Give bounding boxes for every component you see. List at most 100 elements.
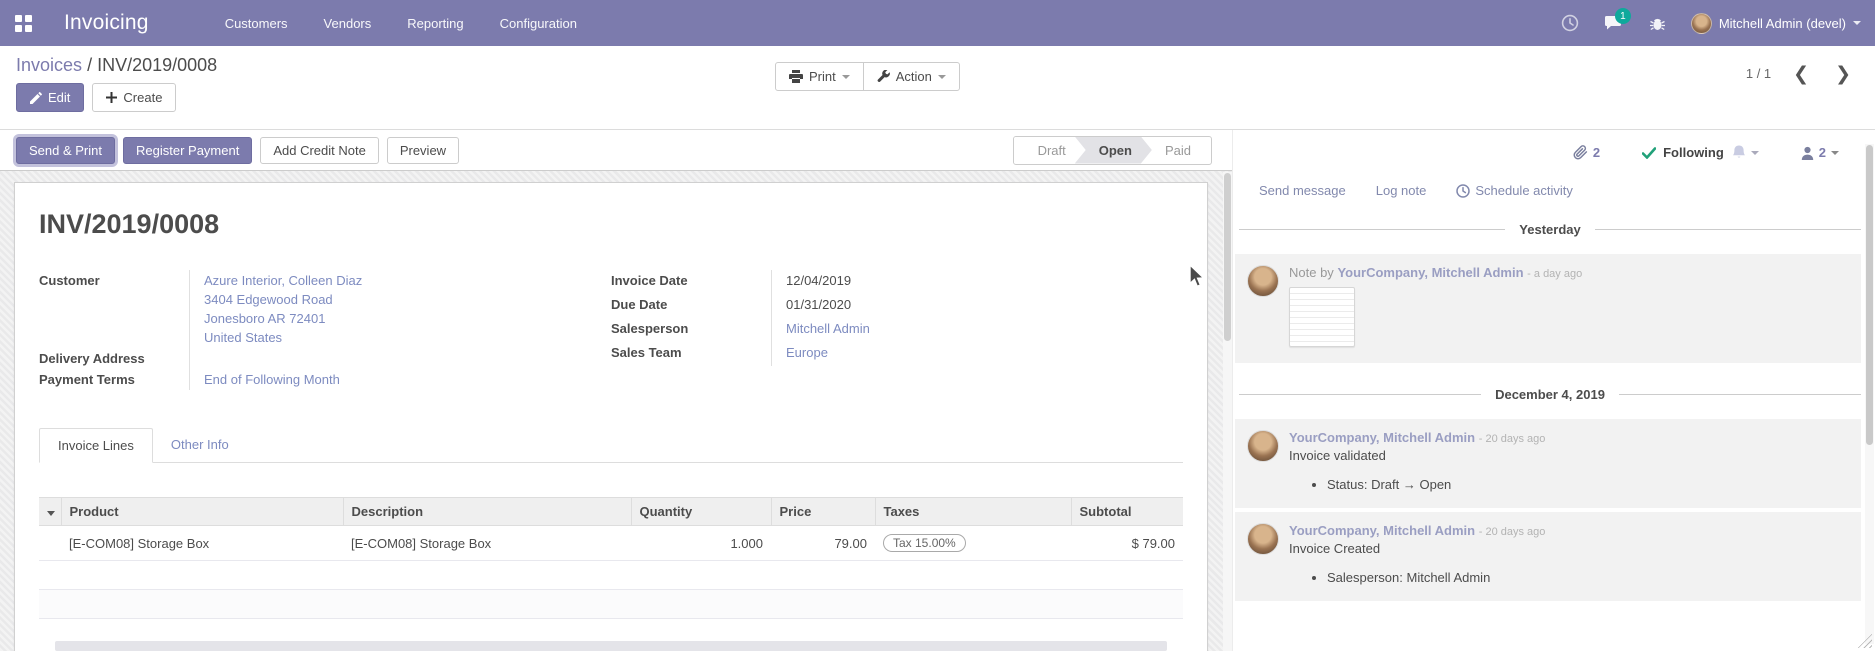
bell-icon [1732,145,1746,160]
due-date-value: 01/31/2020 [771,294,1183,318]
invoice-form: Send & Print Register Payment Add Credit… [0,130,1232,651]
status-widget: Draft Open Paid [1013,136,1212,165]
avatar[interactable] [1247,265,1279,297]
payment-terms-label: Payment Terms [39,369,189,390]
delivery-address-value[interactable] [189,348,611,369]
attachment-thumbnail[interactable] [1289,287,1355,347]
menu-vendors[interactable]: Vendors [310,10,386,37]
person-icon [1801,146,1814,160]
register-payment-button[interactable]: Register Payment [123,137,252,164]
message-author[interactable]: YourCompany, Mitchell Admin [1289,523,1475,538]
cell-quantity[interactable]: 1.000 [631,526,771,561]
invoice-lines-table: Product Description Quantity Price Taxes… [39,497,1183,561]
activities-clock-icon[interactable] [1553,8,1587,38]
debug-bug-icon[interactable] [1641,8,1675,38]
following-button[interactable]: Following [1642,145,1724,160]
user-menu[interactable]: Mitchell Admin (devel) [1691,13,1861,34]
tax-badge: Tax 15.00% [883,534,966,552]
messages-icon[interactable]: 1 [1597,8,1631,38]
print-dropdown-button[interactable]: Print [775,62,864,91]
following-label: Following [1663,145,1724,160]
menu-customers[interactable]: Customers [211,10,302,37]
tracking-item: Salesperson: Mitchell Admin [1327,570,1847,585]
message-author[interactable]: YourCompany, Mitchell Admin [1337,265,1523,280]
breadcrumb-invoices-link[interactable]: Invoices [16,55,82,75]
state-open[interactable]: Open [1075,137,1152,164]
edit-button[interactable]: Edit [16,83,84,112]
cell-description[interactable]: [E-COM08] Storage Box [343,526,631,561]
menu-configuration[interactable]: Configuration [486,10,591,37]
message-body: Invoice validated [1289,448,1847,463]
action-dropdown-button[interactable]: Action [863,62,960,91]
col-product[interactable]: Product [61,498,343,526]
payment-terms-link[interactable]: End of Following Month [204,372,340,387]
col-description[interactable]: Description [343,498,631,526]
send-print-button[interactable]: Send & Print [16,137,115,164]
preview-button[interactable]: Preview [387,137,459,164]
subscribe-bell-button[interactable] [1732,145,1759,160]
sales-team-link[interactable]: Europe [786,345,828,360]
table-row[interactable]: [E-COM08] Storage Box [E-COM08] Storage … [39,526,1183,561]
message-body: Invoice Created [1289,541,1847,556]
cell-subtotal: $ 79.00 [1071,526,1183,561]
col-price[interactable]: Price [771,498,875,526]
invoice-sheet: INV/2019/0008 Customer Azure Interior, C… [14,182,1208,651]
pager-next-button[interactable]: ❯ [1835,67,1851,81]
send-message-button[interactable]: Send message [1259,183,1346,198]
cell-product[interactable]: [E-COM08] Storage Box [61,526,343,561]
followers-count: 2 [1819,145,1826,160]
cell-price[interactable]: 79.00 [771,526,875,561]
chevron-down-icon [938,75,946,79]
attachments-button[interactable]: 2 [1573,145,1600,160]
payment-terms-value: End of Following Month [189,369,611,390]
customer-street[interactable]: 3404 Edgewood Road [204,290,611,309]
schedule-activity-button[interactable]: Schedule activity [1456,183,1573,198]
statusbar: Send & Print Register Payment Add Credit… [0,130,1232,171]
avatar[interactable] [1247,523,1279,555]
customer-country[interactable]: United States [204,328,611,347]
customer-city[interactable]: Jonesboro AR 72401 [204,309,611,328]
tab-other-info[interactable]: Other Info [153,428,247,462]
scrollbar-thumb[interactable] [1224,173,1231,341]
invoice-date-label: Invoice Date [611,270,771,294]
form-scrollbar[interactable] [1223,172,1232,651]
app-name[interactable]: Invoicing [64,11,149,35]
invoice-date-value: 12/04/2019 [771,270,1183,294]
followers-button[interactable]: 2 [1801,145,1839,160]
message-author[interactable]: YourCompany, Mitchell Admin [1289,430,1475,445]
sales-team-label: Sales Team [611,342,771,366]
col-taxes[interactable]: Taxes [875,498,1071,526]
user-avatar [1691,13,1712,34]
avatar[interactable] [1247,430,1279,462]
message-note: Note by YourCompany, Mitchell Admin - a … [1235,254,1861,363]
chatter-scrollbar[interactable] [1865,144,1874,644]
create-button[interactable]: Create [92,83,176,112]
cell-taxes[interactable]: Tax 15.00% [875,526,1071,561]
add-credit-note-button[interactable]: Add Credit Note [260,137,379,164]
col-quantity[interactable]: Quantity [631,498,771,526]
apps-menu-icon[interactable] [0,0,46,46]
due-date-label: Due Date [611,294,771,318]
breadcrumb-current: INV/2019/0008 [97,55,217,75]
salesperson-link[interactable]: Mitchell Admin [786,321,870,336]
customer-link[interactable]: Azure Interior, Colleen Diaz [204,271,611,290]
tracking-item: Status: Draft → Open [1327,477,1847,492]
invoice-number-title: INV/2019/0008 [39,209,1183,240]
table-horizontal-scrollbar[interactable] [55,641,1167,651]
pager-previous-button[interactable]: ❮ [1793,67,1809,81]
state-draft[interactable]: Draft [1014,137,1086,164]
messages-badge: 1 [1615,8,1631,24]
log-note-button[interactable]: Log note [1376,183,1427,198]
menu-reporting[interactable]: Reporting [393,10,477,37]
chevron-down-icon [1853,21,1861,25]
sort-handle-column[interactable] [39,498,61,526]
sort-caret-icon [47,511,55,516]
customer-value: Azure Interior, Colleen Diaz 3404 Edgewo… [189,270,611,348]
delivery-address-label: Delivery Address [39,348,189,369]
scrollbar-thumb[interactable] [1866,145,1873,445]
breadcrumb-separator: / [87,55,92,75]
tab-invoice-lines[interactable]: Invoice Lines [39,428,153,463]
col-subtotal[interactable]: Subtotal [1071,498,1183,526]
user-name: Mitchell Admin (devel) [1719,16,1846,31]
notebook-tabs: Invoice Lines Other Info [39,428,1183,463]
